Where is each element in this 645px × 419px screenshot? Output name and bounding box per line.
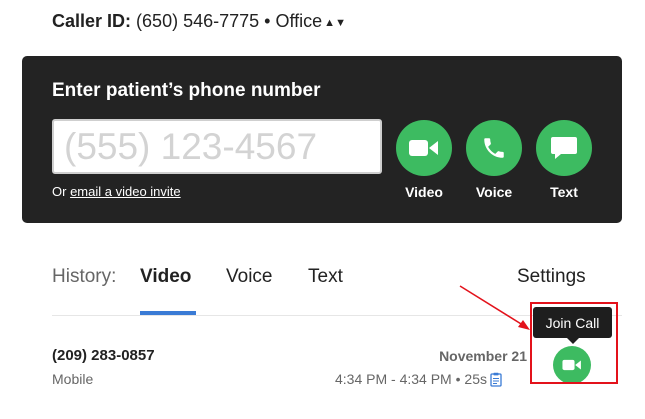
clipboard-icon[interactable]	[490, 372, 502, 390]
caller-id-number: (650) 546-7775	[136, 11, 260, 31]
caller-id-label: Caller ID:	[52, 11, 132, 31]
video-call-button[interactable]: Video	[394, 120, 454, 200]
call-date: November 21	[439, 348, 527, 364]
caller-id-location[interactable]: Office	[275, 11, 322, 31]
call-time-separator: •	[455, 371, 461, 387]
call-time-info: 4:34 PM - 4:34 PM • 25s	[335, 371, 502, 390]
invite-line: Or email a video invite	[52, 184, 181, 199]
select-arrows-icon[interactable]: ▲▼	[324, 17, 346, 29]
voice-label: Voice	[475, 184, 513, 200]
text-message-button[interactable]: Text	[534, 120, 594, 200]
call-phone-type: Mobile	[52, 371, 94, 387]
caller-id-location-select[interactable]: Office ▲▼	[275, 11, 345, 31]
phone-handset-icon[interactable]	[466, 120, 522, 176]
tab-video[interactable]: Video	[140, 266, 191, 288]
invite-prefix: Or	[52, 184, 67, 199]
text-label: Text	[550, 184, 578, 200]
voice-call-button[interactable]: Voice	[464, 120, 524, 200]
email-video-invite-link[interactable]: email a video invite	[70, 184, 181, 199]
phone-number-input[interactable]	[52, 119, 382, 174]
call-time-range: 4:34 PM - 4:34 PM	[335, 371, 452, 387]
settings-link[interactable]: Settings	[517, 266, 586, 288]
caller-id-separator: •	[264, 11, 271, 31]
video-camera-icon[interactable]	[396, 120, 452, 176]
tab-voice[interactable]: Voice	[226, 266, 272, 288]
caller-id: Caller ID: (650) 546-7775 • Office ▲▼	[52, 11, 346, 32]
annotation-highlight-box	[530, 302, 618, 384]
panel-title: Enter patient’s phone number	[52, 80, 321, 101]
call-number: (209) 283-0857	[52, 347, 155, 364]
tab-text[interactable]: Text	[308, 266, 343, 288]
history-label: History:	[52, 266, 117, 287]
call-duration: 25s	[464, 371, 487, 387]
chat-bubble-icon[interactable]	[536, 120, 592, 176]
dial-panel: Enter patient’s phone number Or email a …	[22, 56, 622, 223]
video-label: Video	[405, 184, 443, 200]
